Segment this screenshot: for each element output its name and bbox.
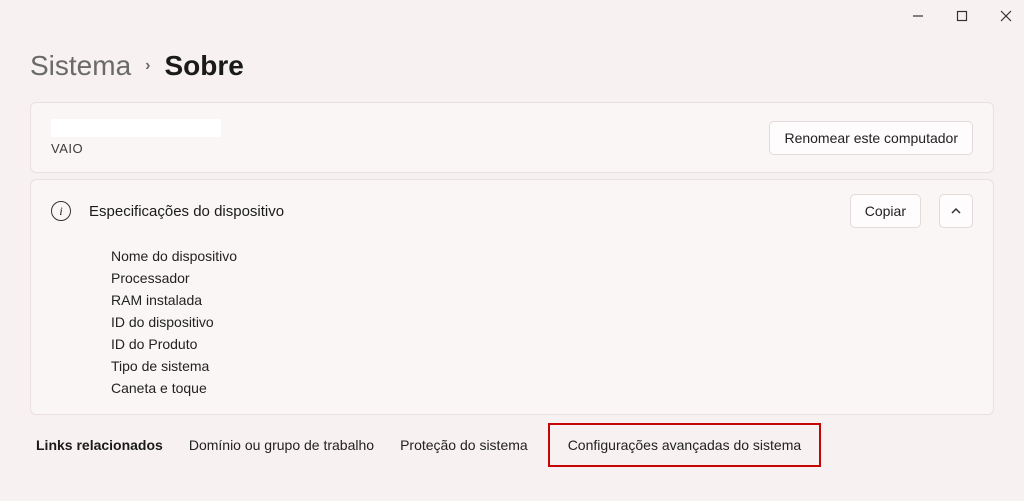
spec-row-processor: Processador bbox=[111, 270, 973, 286]
breadcrumb-parent[interactable]: Sistema bbox=[30, 50, 131, 82]
spec-row-product-id: ID do Produto bbox=[111, 336, 973, 352]
copy-button[interactable]: Copiar bbox=[850, 194, 921, 228]
spec-label: Caneta e toque bbox=[111, 380, 331, 396]
window-titlebar bbox=[0, 0, 1024, 40]
spec-label: ID do dispositivo bbox=[111, 314, 331, 330]
info-icon: i bbox=[51, 201, 71, 221]
spec-label: ID do Produto bbox=[111, 336, 331, 352]
spec-row-pen-touch: Caneta e toque bbox=[111, 380, 973, 396]
breadcrumb: Sistema › Sobre bbox=[0, 40, 1024, 102]
related-links-heading: Links relacionados bbox=[36, 437, 163, 453]
link-advanced-system-settings[interactable]: Configurações avançadas do sistema bbox=[568, 437, 801, 453]
page-title: Sobre bbox=[164, 50, 243, 82]
link-system-protection[interactable]: Proteção do sistema bbox=[400, 437, 528, 453]
close-button[interactable] bbox=[996, 6, 1016, 26]
spec-label: Nome do dispositivo bbox=[111, 248, 331, 264]
pc-card: VAIO Renomear este computador bbox=[30, 102, 994, 173]
spec-row-ram: RAM instalada bbox=[111, 292, 973, 308]
chevron-up-icon bbox=[950, 205, 962, 217]
spec-label: RAM instalada bbox=[111, 292, 331, 308]
spec-row-device-id: ID do dispositivo bbox=[111, 314, 973, 330]
device-specs-title: Especificações do dispositivo bbox=[89, 203, 832, 220]
collapse-button[interactable] bbox=[939, 194, 973, 228]
highlight-annotation: Configurações avançadas do sistema bbox=[548, 423, 821, 467]
pc-brand: VAIO bbox=[51, 141, 221, 156]
device-specs-header[interactable]: i Especificações do dispositivo Copiar bbox=[31, 180, 993, 242]
spec-row-system-type: Tipo de sistema bbox=[111, 358, 973, 374]
spec-label: Processador bbox=[111, 270, 331, 286]
maximize-button[interactable] bbox=[952, 6, 972, 26]
spec-label: Tipo de sistema bbox=[111, 358, 331, 374]
chevron-right-icon: › bbox=[145, 57, 150, 75]
related-links: Links relacionados Domínio ou grupo de t… bbox=[30, 421, 994, 469]
device-specs-card: i Especificações do dispositivo Copiar N… bbox=[30, 179, 994, 415]
pc-name bbox=[51, 119, 221, 137]
minimize-button[interactable] bbox=[908, 6, 928, 26]
pc-info: VAIO bbox=[51, 119, 221, 156]
spec-row-device-name: Nome do dispositivo bbox=[111, 248, 973, 264]
link-domain-workgroup[interactable]: Domínio ou grupo de trabalho bbox=[189, 437, 374, 453]
device-specs-body: Nome do dispositivo Processador RAM inst… bbox=[31, 242, 993, 414]
rename-pc-button[interactable]: Renomear este computador bbox=[769, 121, 973, 155]
